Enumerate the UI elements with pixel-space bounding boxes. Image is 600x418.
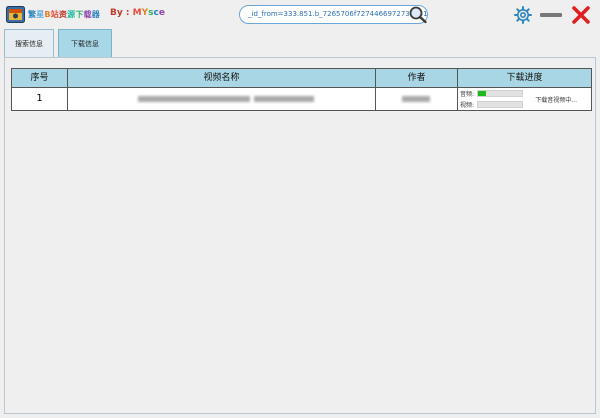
audio-label: 音频: xyxy=(460,91,475,98)
download-table: 序号 视频名称 作者 下载进度 1 音频: 视频: 下载音视频中... xyxy=(11,68,592,111)
table-header: 序号 视频名称 作者 下载进度 xyxy=(12,69,591,88)
title-bar: 繁星B站资源下载器 By : MYsce _id_from=333.851.b_… xyxy=(0,0,600,30)
download-status: 下载音视频中... xyxy=(535,97,577,104)
url-input[interactable]: _id_from=333.851.b_7265706f7274466972737… xyxy=(239,5,428,24)
row-video-name-redacted xyxy=(68,88,376,110)
video-label: 视频: xyxy=(460,102,475,109)
header-progress: 下载进度 xyxy=(506,73,543,83)
url-input-value[interactable]: _id_from=333.851.b_7265706f7274466972737… xyxy=(248,10,427,18)
row-progress: 音频: 视频: 下载音视频中... xyxy=(458,88,591,110)
close-icon[interactable] xyxy=(571,5,591,25)
audio-progress-bar xyxy=(477,90,523,97)
row-author-redacted xyxy=(376,88,458,110)
author-credit: By : MYsce xyxy=(110,8,165,18)
tab-download-info[interactable]: 下载信息 xyxy=(58,29,112,57)
table-row[interactable]: 1 音频: 视频: 下载音视频中... xyxy=(12,88,591,110)
film-logo-icon xyxy=(6,6,25,23)
tab-search-info[interactable]: 搜索信息 xyxy=(4,29,54,57)
header-author: 作者 xyxy=(376,69,458,87)
header-index: 序号 xyxy=(12,69,68,87)
header-video-name: 视频名称 xyxy=(68,69,376,87)
minimize-icon[interactable] xyxy=(540,13,562,17)
audio-progress-fill xyxy=(478,91,486,96)
app-title: 繁星B站资源下载器 xyxy=(28,10,100,19)
download-panel: 序号 视频名称 作者 下载进度 1 音频: 视频: 下载音视频中... xyxy=(4,57,596,414)
gear-icon[interactable] xyxy=(514,6,532,24)
search-icon[interactable] xyxy=(408,5,428,24)
row-index: 1 xyxy=(12,88,68,110)
video-progress-bar xyxy=(477,101,523,108)
